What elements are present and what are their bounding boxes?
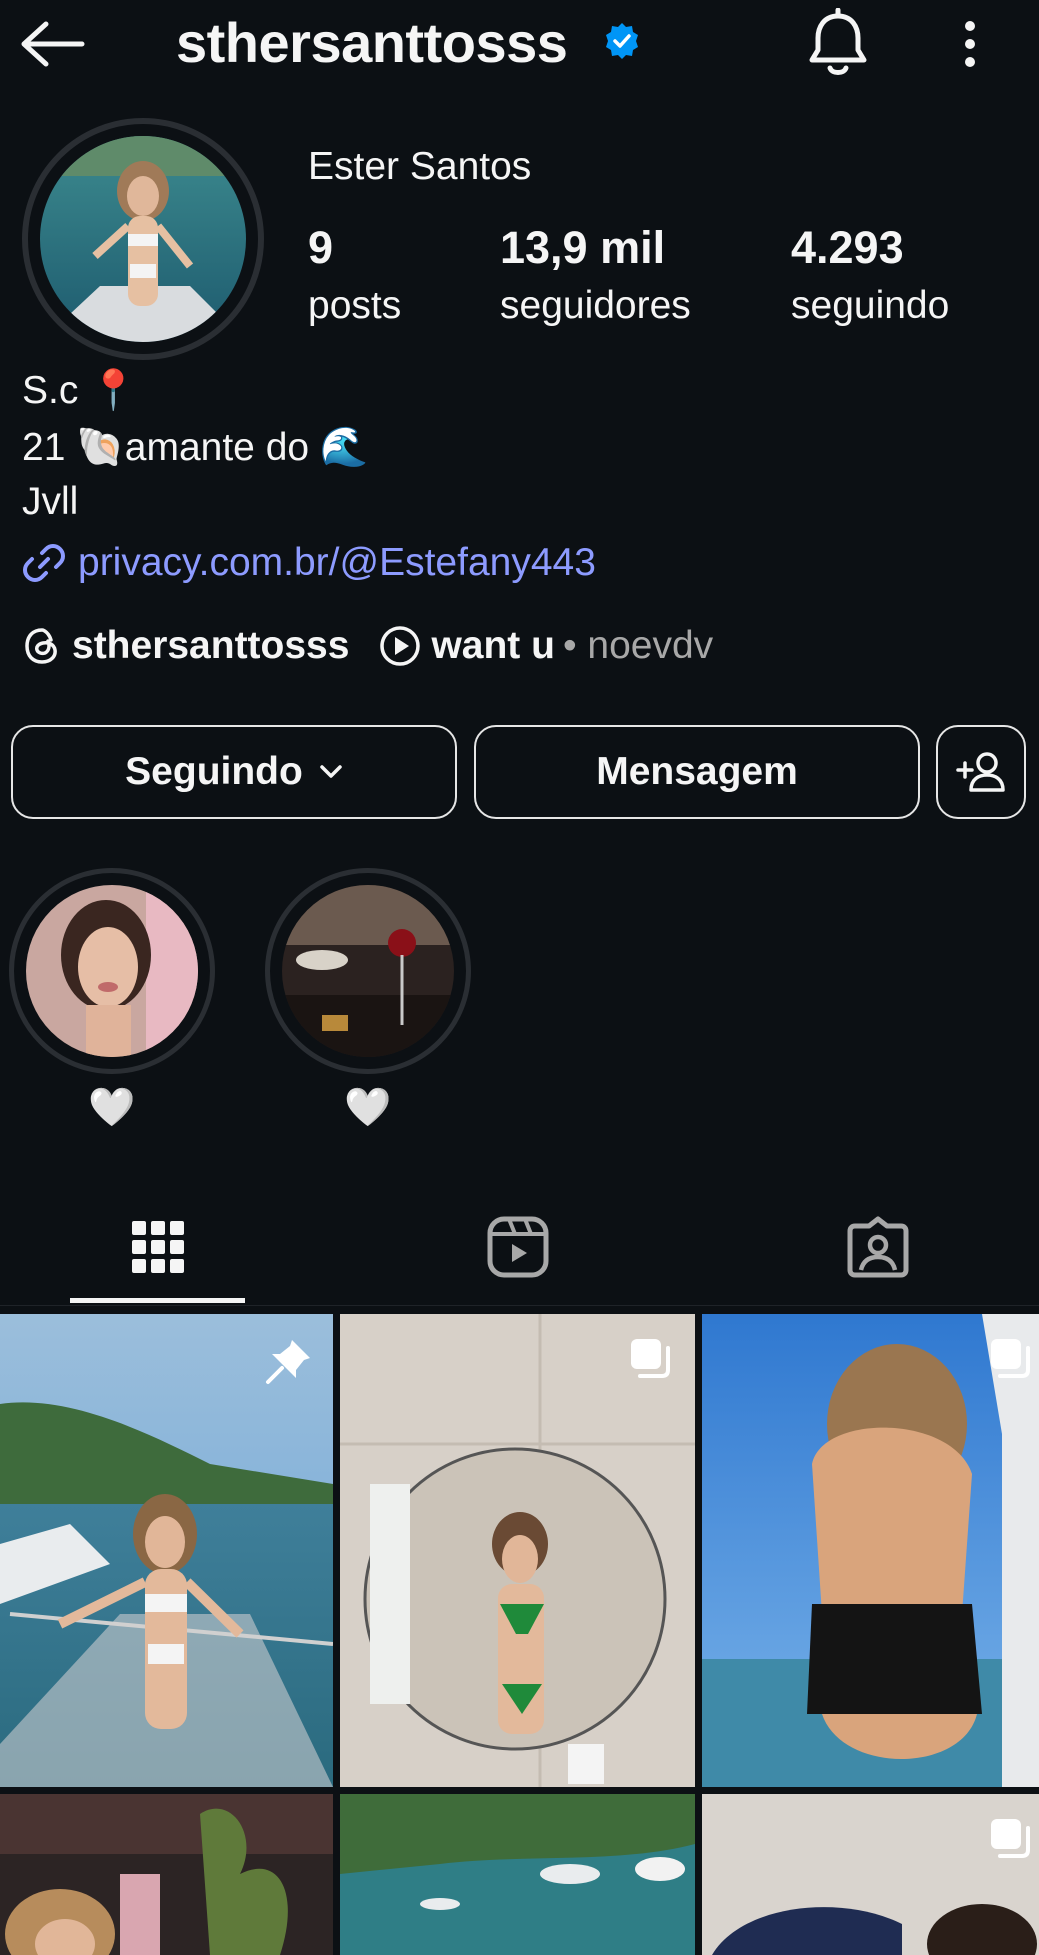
active-tab-indicator [70,1298,245,1303]
tab-reels[interactable] [430,1188,605,1306]
kebab-menu-icon[interactable] [950,18,990,70]
following-label: Seguindo [125,750,303,793]
highlight-label: 🤍 [88,1087,136,1129]
chevron-down-icon [320,765,342,778]
stat-posts-label: posts [308,284,402,327]
tab-tagged[interactable] [790,1188,965,1306]
stat-following[interactable]: 4.293 seguindo [791,222,949,328]
bio-line: S.c 📍 [22,369,138,412]
grid-post[interactable] [340,1314,695,1787]
highlight-ring [9,868,215,1074]
stat-followers-value: 13,9 mil [500,222,666,273]
bio-link[interactable]: privacy.com.br/@Estefany443 [22,538,596,588]
stat-followers[interactable]: 13,9 mil seguidores [500,222,691,328]
grid-icon [131,1221,184,1273]
bio-link-text: privacy.com.br/@Estefany443 [78,541,596,584]
top-bar: sthersanttosss [0,0,1039,90]
avatar-image [40,136,246,342]
threads-icon [25,628,57,664]
profile-tabs [0,1188,1039,1306]
grid-post[interactable] [0,1314,333,1787]
profile-avatar[interactable] [22,118,264,360]
carousel-icon [631,1339,670,1378]
grid-post[interactable] [702,1314,1039,1787]
grid-post[interactable] [340,1794,695,1955]
message-button[interactable]: Mensagem [474,725,920,819]
verified-badge-icon [603,22,641,60]
tab-posts-grid[interactable] [70,1188,245,1306]
back-arrow-icon[interactable] [18,18,88,70]
add-user-icon [956,752,1005,792]
stat-following-value: 4.293 [791,222,904,273]
profile-full-name: Ester Santos [308,145,532,188]
stat-followers-label: seguidores [500,284,691,327]
bio-line: Jvll [22,480,79,523]
bio-line: 21 🐚amante do 🌊 [22,426,369,469]
highlight-image [26,885,198,1057]
story-highlight[interactable]: 🤍 [9,868,215,1134]
play-icon [380,626,421,666]
highlight-ring [265,868,471,1074]
bell-icon[interactable] [806,7,870,78]
profile-extras: sthersanttosss want u • noevdv [22,620,713,672]
reels-icon [487,1216,548,1278]
tagged-icon [847,1216,908,1278]
profile-username: sthersanttosss [176,11,568,74]
highlight-image [282,885,454,1057]
stat-posts[interactable]: 9 posts [308,222,401,328]
suggest-users-button[interactable] [936,725,1026,819]
highlight-label: 🤍 [344,1087,392,1129]
pin-icon [266,1340,310,1384]
music-artist: • noevdv [562,624,714,667]
link-icon [23,544,65,582]
stat-following-label: seguindo [791,284,950,327]
message-label: Mensagem [596,750,798,793]
stat-posts-value: 9 [308,222,334,273]
carousel-icon [991,1339,1030,1378]
music-title[interactable]: want u [431,624,555,668]
threads-handle[interactable]: sthersanttosss [72,624,349,668]
grid-post[interactable] [0,1794,333,1955]
carousel-icon [991,1819,1030,1858]
grid-post[interactable] [702,1794,1039,1955]
story-highlight[interactable]: 🤍 [265,868,471,1134]
following-button[interactable]: Seguindo [11,725,457,819]
